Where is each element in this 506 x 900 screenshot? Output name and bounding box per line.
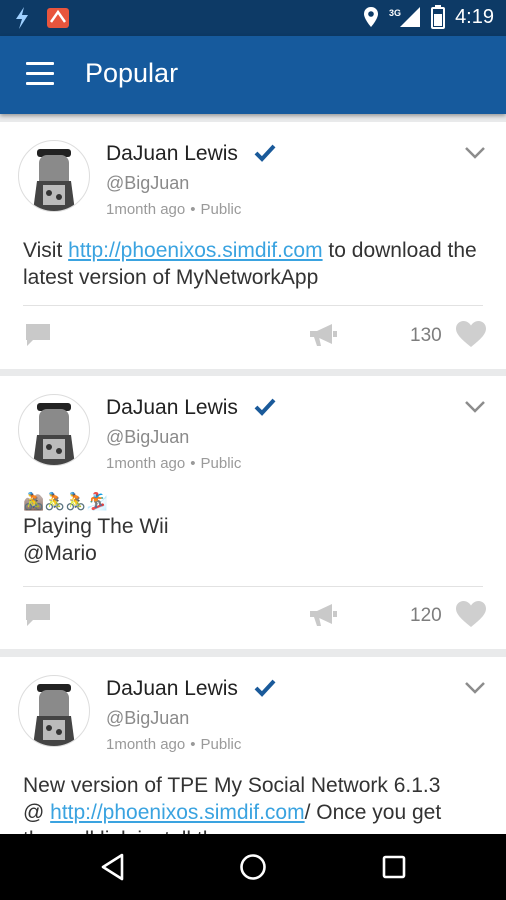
recents-icon[interactable] — [382, 855, 406, 879]
divider — [23, 305, 483, 306]
navigation-bar — [0, 834, 506, 900]
avatar-image — [33, 684, 75, 746]
post-link[interactable]: http://phoenixos.simdif.com — [50, 801, 304, 824]
feed-list[interactable]: DaJuan Lewis @BigJuan 1month ago • Public … — [0, 122, 506, 834]
avatar[interactable] — [18, 675, 90, 747]
chevron-down-icon[interactable] — [464, 400, 486, 414]
post-visibility: Public — [200, 201, 242, 218]
megaphone-icon[interactable] — [308, 322, 338, 348]
back-icon[interactable] — [100, 853, 126, 881]
post-card[interactable]: DaJuan Lewis @BigJuan 1month ago • Public … — [0, 376, 506, 649]
author-name[interactable]: DaJuan Lewis — [106, 677, 238, 701]
post-emojis: 🚵🚴🚴🏂 — [23, 492, 108, 511]
chevron-down-icon[interactable] — [464, 681, 486, 695]
megaphone-icon[interactable] — [308, 602, 338, 628]
location-icon — [364, 7, 379, 27]
post-text: 🚵🚴🚴🏂 Playing The Wii @Mario — [23, 491, 493, 567]
post-meta: 1month ago • Public — [106, 736, 242, 753]
post-card[interactable]: DaJuan Lewis @BigJuan 1month ago • Public … — [0, 657, 506, 834]
like-count: 120 — [410, 605, 442, 626]
chevron-down-icon[interactable] — [464, 146, 486, 160]
menu-button[interactable] — [26, 62, 54, 86]
author-handle[interactable]: @BigJuan — [106, 427, 189, 448]
post-time: 1month ago — [106, 455, 186, 472]
page-title: Popular — [85, 58, 179, 88]
author-name[interactable]: DaJuan Lewis — [106, 396, 238, 420]
verified-icon — [254, 398, 276, 416]
post-text: Visit http://phoenixos.simdif.com to dow… — [23, 239, 477, 289]
verified-icon — [254, 144, 276, 162]
system-icons: 3G 4:19 — [363, 5, 494, 29]
home-icon[interactable] — [239, 853, 267, 881]
post-meta: 1month ago • Public — [106, 201, 242, 218]
notification-icons — [12, 6, 70, 30]
menu-icon — [26, 62, 54, 65]
author-name[interactable]: DaJuan Lewis — [106, 142, 238, 166]
status-bar: 3G 4:19 — [0, 0, 506, 36]
author-handle[interactable]: @BigJuan — [106, 708, 189, 729]
battery-icon — [431, 5, 446, 29]
signal-icon — [400, 7, 421, 27]
author-handle[interactable]: @BigJuan — [106, 173, 189, 194]
avatar[interactable] — [18, 394, 90, 466]
mail-notification-icon — [47, 8, 69, 28]
clock: 4:19 — [455, 5, 494, 28]
heart-icon[interactable] — [455, 320, 487, 348]
like-count: 130 — [410, 325, 442, 346]
avatar-image — [33, 403, 75, 465]
app-notification-icon — [16, 7, 28, 29]
heart-icon[interactable] — [455, 600, 487, 628]
post-link[interactable]: http://phoenixos.simdif.com — [68, 239, 322, 262]
post-visibility: Public — [200, 455, 242, 472]
post-meta: 1month ago • Public — [106, 455, 242, 472]
divider — [23, 586, 483, 587]
avatar-image — [33, 149, 75, 211]
post-time: 1month ago — [106, 201, 186, 218]
post-time: 1month ago — [106, 736, 186, 753]
post-visibility: Public — [200, 736, 242, 753]
avatar[interactable] — [18, 140, 90, 212]
app-bar: Popular — [0, 36, 506, 114]
post-card[interactable]: DaJuan Lewis @BigJuan 1month ago • Public … — [0, 122, 506, 369]
verified-icon — [254, 679, 276, 697]
comment-icon[interactable] — [24, 602, 52, 628]
comment-icon[interactable] — [24, 322, 52, 348]
